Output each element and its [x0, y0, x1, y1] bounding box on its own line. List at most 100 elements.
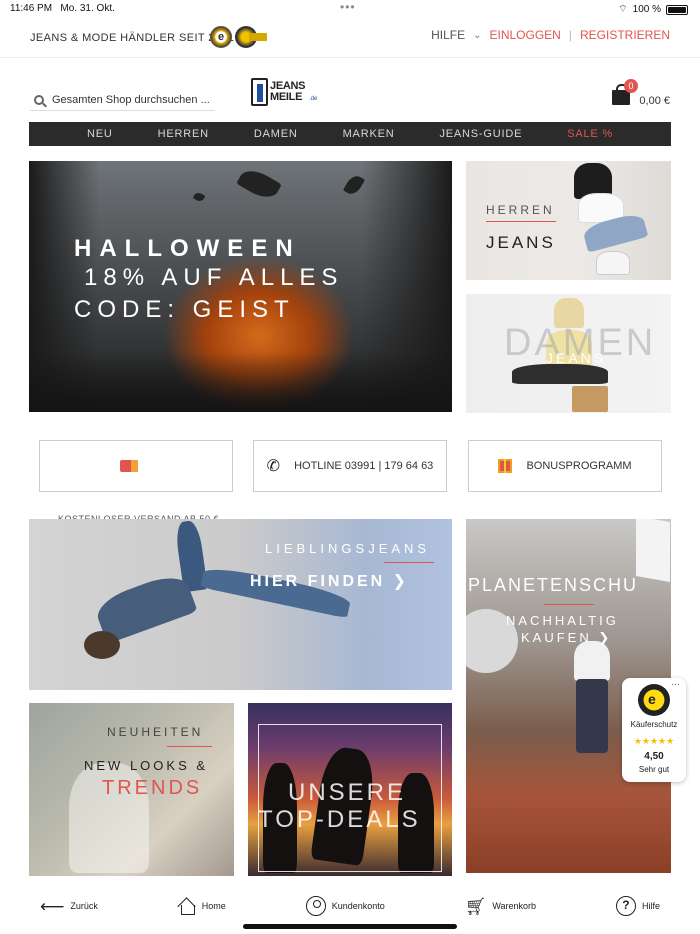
promo-divider: [486, 221, 556, 222]
home-indicator[interactable]: [243, 924, 457, 929]
promo-topdeals-line2: TOP-DEALS: [258, 806, 421, 833]
promo-divider: [544, 604, 594, 605]
halloween-hero-banner[interactable]: HALLOWEEN 18% AUF ALLES CODE: GEIST: [29, 161, 452, 412]
more-icon[interactable]: ···: [671, 679, 680, 689]
logo-text-2: MEILE: [270, 91, 303, 103]
rating-verdict: Sehr gut: [638, 765, 670, 774]
promo-damen-label: JEANS: [546, 350, 607, 366]
flag-image: [636, 519, 670, 582]
trusted-shops-widget[interactable]: ··· Käuferschutz ★★★★★ 4,50 Sehr gut: [622, 678, 686, 782]
question-icon: ?: [615, 896, 636, 916]
promo-neuheiten-line2: TRENDS: [102, 777, 203, 799]
promo-topdeals-line1: UNSERE: [288, 779, 407, 806]
leaf-icon: [236, 164, 282, 204]
promo-divider: [384, 562, 434, 563]
logo-mark: [251, 78, 268, 106]
model-image: [574, 641, 610, 681]
site-logo[interactable]: JEANS MEILE .de: [251, 78, 317, 108]
phone-icon: ✆: [266, 458, 281, 475]
cart-icon: 🛒︎: [464, 896, 487, 916]
promo-top-deals[interactable]: UNSERE TOP-DEALS: [248, 703, 452, 876]
home-icon: [178, 898, 196, 915]
back-button[interactable]: ⟵ Zurück: [40, 898, 98, 915]
cart-label: Warenkorb: [492, 901, 537, 911]
hero-code: CODE: GEIST: [74, 296, 295, 323]
tagline: JEANS & MODE HÄNDLER SEIT 2001: [30, 32, 235, 44]
cart-button[interactable]: 🛒︎ Warenkorb: [465, 898, 536, 915]
award-badge: [235, 26, 267, 48]
nav-item-damen[interactable]: DAMEN: [254, 128, 298, 140]
promo-planet-line1: NACHHALTIG: [506, 613, 619, 628]
promo-herren-label: HERREN: [486, 203, 555, 217]
trust-label: Käuferschutz: [630, 720, 678, 729]
model-image: [572, 386, 608, 412]
status-indicators: ⌔ 100 %: [618, 3, 688, 16]
login-link[interactable]: EINLOGGEN: [490, 28, 561, 42]
wifi-icon: ⌔: [618, 4, 628, 15]
battery-icon: [666, 4, 688, 15]
nav-item-marken[interactable]: MARKEN: [343, 128, 395, 140]
promo-divider: [167, 746, 212, 747]
promo-neuheiten-line1: NEW LOOKS &: [84, 758, 209, 773]
promo-neuheiten-label: NEUHEITEN: [107, 725, 204, 739]
chevron-down-icon[interactable]: ⌄: [473, 30, 481, 41]
model-image: [596, 251, 630, 275]
shipping-info-box[interactable]: [39, 440, 237, 496]
nav-item-neu[interactable]: NEU: [87, 128, 113, 140]
search-placeholder: Gesamten Shop durchsuchen ...: [52, 93, 210, 106]
model-image: [512, 364, 608, 384]
hotline-label: HOTLINE 03991 | 179 64 63: [294, 460, 434, 472]
cart-total: 0,00 €: [639, 95, 670, 107]
header: Gesamten Shop durchsuchen ... JEANS MEIL…: [0, 70, 700, 118]
account-button[interactable]: Kundenkonto: [305, 896, 385, 916]
rating-score: 4,50: [644, 751, 664, 762]
hero-title: HALLOWEEN: [74, 235, 301, 262]
logo-suffix: .de: [309, 96, 318, 102]
mini-cart[interactable]: 0 0,00 €: [610, 79, 670, 112]
search-input[interactable]: Gesamten Shop durchsuchen ...: [30, 89, 215, 111]
help-link[interactable]: HILFE: [431, 28, 465, 42]
home-button[interactable]: Home: [178, 898, 226, 915]
gift-icon: [498, 459, 513, 473]
bottom-toolbar: ⟵ Zurück Home Kundenkonto 🛒︎ Warenkorb ?…: [0, 888, 700, 924]
trusted-shops-seal-icon: [638, 684, 670, 716]
multitasking-dots[interactable]: •••: [340, 0, 356, 14]
account-label: Kundenkonto: [331, 901, 385, 911]
promo-herren-title: JEANS: [486, 233, 556, 252]
status-time: 11:46 PM Mo. 31. Okt.: [10, 3, 115, 14]
promo-lieblings-label: LIEBLINGSJEANS: [265, 541, 431, 556]
promo-planet-title: PLANETENSCHU: [468, 575, 639, 595]
link-separator: |: [568, 28, 572, 42]
promo-neuheiten[interactable]: NEUHEITEN NEW LOOKS & TRENDS: [29, 703, 234, 876]
account-links: HILFE ⌄ EINLOGGEN | REGISTRIEREN: [431, 28, 670, 42]
top-bar: JEANS & MODE HÄNDLER SEIT 2001 e HILFE ⌄…: [0, 18, 700, 58]
hero-ground: [29, 352, 452, 412]
promo-herren-jeans[interactable]: HERREN JEANS: [466, 161, 671, 280]
hero-discount: 18% AUF ALLES: [84, 264, 344, 291]
battery-label: 100 %: [632, 4, 661, 15]
register-link[interactable]: REGISTRIEREN: [580, 28, 670, 42]
promo-lieblings-cta: HIER FINDEN ❯: [250, 573, 410, 590]
help-label: Hilfe: [641, 901, 660, 911]
truck-icon: [120, 460, 138, 472]
promo-lieblingsjeans[interactable]: LIEBLINGSJEANS HIER FINDEN ❯: [29, 519, 452, 690]
bonus-label: BONUSPROGRAMM: [526, 460, 632, 472]
model-image: [576, 679, 608, 753]
nav-item-jeans-guide[interactable]: JEANS-GUIDE: [439, 128, 522, 140]
nav-item-herren[interactable]: HERREN: [158, 128, 209, 140]
promo-planet-line2: KAUFEN ❯: [521, 630, 613, 645]
search-icon[interactable]: [34, 94, 44, 105]
user-icon: [305, 896, 326, 916]
arrow-left-icon: ⟵: [39, 896, 65, 916]
nav-item-sale[interactable]: SALE %: [567, 128, 613, 140]
back-label: Zurück: [70, 901, 98, 911]
trusted-shops-badge[interactable]: e: [210, 26, 232, 48]
cart-count-badge: 0: [624, 79, 638, 93]
model-image: [84, 631, 120, 659]
main-nav: NEU HERREN DAMEN MARKEN JEANS-GUIDE SALE…: [29, 122, 671, 146]
help-button[interactable]: ? Hilfe: [615, 896, 660, 916]
bonus-box[interactable]: BONUSPROGRAMM: [468, 440, 666, 496]
hotline-box[interactable]: ✆ HOTLINE 03991 | 179 64 63: [253, 440, 451, 496]
leaf-icon: [192, 191, 206, 203]
promo-damen-jeans[interactable]: DAMEN JEANS: [466, 294, 671, 413]
